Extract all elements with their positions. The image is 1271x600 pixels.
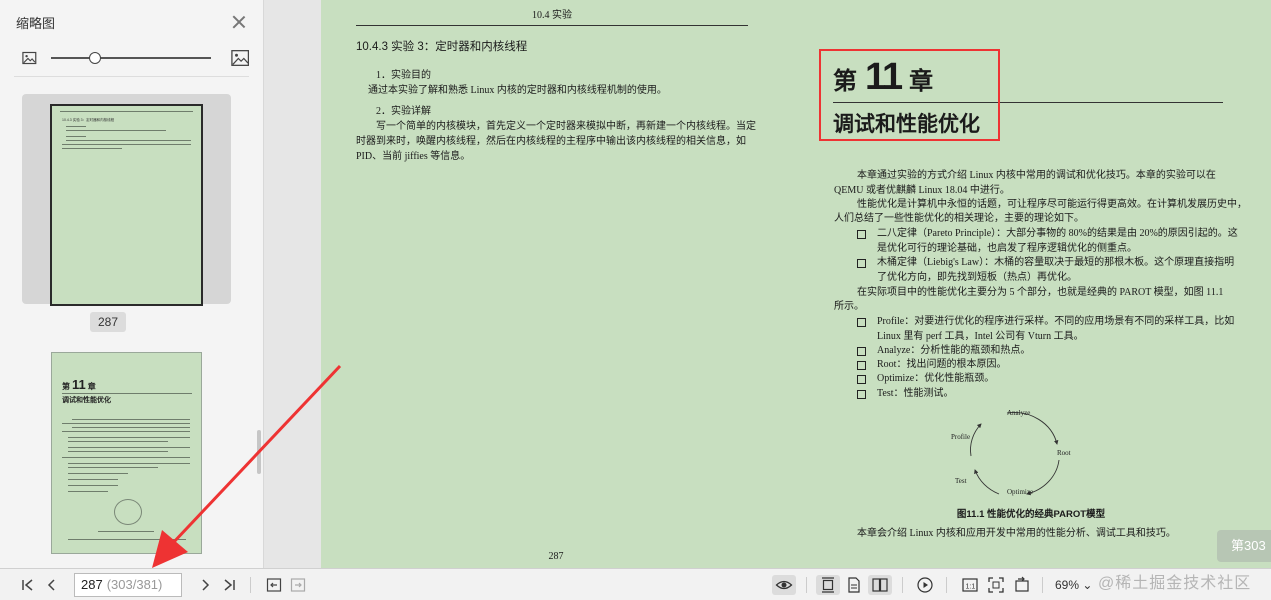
list-item: Analyze：分析性能的瓶颈和热点。 — [857, 344, 1030, 359]
toolbar-divider — [1042, 577, 1043, 593]
paragraph-line: 所示。 — [834, 301, 864, 312]
list-item: Profile：对要进行优化的程序进行采样。不同的应用场景有不同的采样工具，比如… — [857, 315, 1234, 344]
running-head: 10.4 实验 — [356, 6, 748, 26]
eye-protection-button[interactable] — [772, 575, 796, 595]
paragraph-line: 人们总结了一些性能优化的相关理论，主要的理论如下。 — [834, 213, 1084, 224]
sidebar-scrollbar[interactable] — [257, 430, 261, 474]
section-title: 10.4.3 实验 3：定时器和内核线程 — [356, 41, 528, 53]
back-icon — [266, 578, 282, 592]
list-item: Optimize：优化性能瓶颈。 — [857, 372, 994, 387]
paragraph-line: 本章会介绍 Linux 内核和应用开发中常用的性能分析、调试工具和技巧。 — [857, 528, 1176, 539]
large-image-icon[interactable] — [230, 49, 249, 67]
fit-page-icon — [988, 577, 1004, 593]
continuous-page-icon — [822, 577, 834, 593]
bottom-toolbar: 287 (303/381) 1:1 69% ⌄ — [0, 568, 1271, 600]
list-item: 二八定律（Pareto Principle）：大部分事物的 80%的结果是由 2… — [857, 227, 1238, 256]
figure-caption: 图11.1 性能优化的经典PAROT模型 — [956, 509, 1106, 520]
rotate-icon — [1015, 576, 1029, 592]
sidebar-divider — [14, 76, 249, 77]
page-number: 287 — [548, 551, 564, 562]
page-indicator-overlay: 第303 — [1217, 530, 1271, 562]
thumbnail-page-287[interactable]: 10.4.3 实验 3：定时器和内核线程 — [22, 94, 231, 304]
play-icon — [917, 577, 933, 593]
first-page-button[interactable] — [18, 575, 38, 595]
thumbnail-preview: 第 11 章 调试和性能优化 — [52, 353, 201, 553]
page-number-input[interactable]: 287 (303/381) — [74, 573, 182, 597]
paragraph-line: PID、当前 jiffies 等信息。 — [356, 151, 471, 162]
last-page-icon — [224, 579, 235, 591]
page-total: (303/381) — [106, 577, 163, 592]
thumbnail-zoom-slider[interactable] — [50, 51, 211, 65]
forward-button[interactable] — [288, 575, 308, 595]
small-image-icon[interactable] — [22, 51, 37, 65]
paragraph-line: 写一个简单的内核模块，首先定义一个定时器来模拟中断，再新建一个内核线程。当定 — [376, 121, 756, 132]
first-page-icon — [22, 579, 33, 591]
list-item: Root：找出问题的根本原因。 — [857, 358, 1006, 373]
continuous-view-button[interactable] — [816, 575, 840, 595]
svg-text:1:1: 1:1 — [966, 584, 976, 591]
thumbnail-page-label: 287 — [90, 312, 126, 332]
toolbar-divider — [902, 577, 903, 593]
play-button[interactable] — [915, 575, 935, 595]
slider-handle[interactable] — [89, 52, 102, 64]
previous-page-button[interactable] — [42, 575, 62, 595]
page-288: 第 11 章 调试和性能优化 本章通过实验的方式介绍 Linux 内核中常用的调… — [791, 0, 1271, 568]
item-heading: 2．实验详解 — [376, 106, 431, 117]
paragraph: 通过本实验了解和熟悉 Linux 内核的定时器和内核线程机制的使用。 — [368, 85, 667, 96]
thumbnail-zoom-control — [0, 44, 263, 72]
toolbar-divider — [250, 577, 251, 593]
thumbnail-heading: 10.4.3 实验 3：定时器和内核线程 — [62, 118, 115, 122]
thumbnail-preview: 10.4.3 实验 3：定时器和内核线程 — [52, 106, 201, 304]
paragraph-line: 时器到来时，唤醒内核线程，然后在内核线程的主程序中输出该内核线程的相关信息，如 — [356, 136, 746, 147]
diagram-label-root: Root — [1057, 449, 1071, 457]
watermark: @稀土掘金技术社区 — [1098, 575, 1252, 592]
double-page-icon — [872, 578, 888, 592]
sidebar-header: 缩略图 — [0, 0, 263, 44]
diagram-label-analyze: Analyze — [1007, 409, 1030, 417]
fit-page-button[interactable] — [986, 575, 1006, 595]
thumbnail-page-288[interactable]: 第 11 章 调试和性能优化 — [22, 344, 231, 568]
paragraph-line: 性能优化是计算机中永恒的话题，可让程序尽可能运行得更高效。在计算机发展历史中， — [857, 199, 1247, 210]
close-icon[interactable] — [231, 14, 247, 30]
forward-icon — [290, 578, 306, 592]
page-287: 10.4 实验 10.4.3 实验 3：定时器和内核线程 1．实验目的 通过本实… — [321, 0, 791, 568]
list-item: Test：性能测试。 — [857, 387, 954, 402]
chevron-left-icon — [47, 579, 55, 591]
parot-cycle-diagram: Analyze Profile Root Test Optimize — [951, 409, 1071, 496]
sidebar-title: 缩略图 — [16, 15, 56, 31]
diagram-label-optimize: Optimize — [1007, 488, 1033, 496]
double-page-button[interactable] — [868, 575, 892, 595]
diagram-label-profile: Profile — [951, 433, 970, 441]
thumbnail-chapter-title: 调试和性能优化 — [62, 397, 111, 404]
paragraph-line: 本章通过实验的方式介绍 Linux 内核中常用的调试和优化技巧。本章的实验可以在 — [857, 170, 1216, 181]
eye-icon — [775, 580, 793, 590]
current-page: 287 — [81, 577, 103, 592]
actual-size-icon: 1:1 — [962, 578, 978, 592]
document-viewport[interactable]: 10.4 实验 10.4.3 实验 3：定时器和内核线程 1．实验目的 通过本实… — [265, 0, 1271, 568]
item-heading: 1．实验目的 — [376, 70, 431, 81]
slider-track — [50, 57, 211, 59]
diagram-label-test: Test — [955, 477, 967, 485]
single-page-button[interactable] — [844, 575, 864, 595]
thumbnail-chapter-number: 第 11 章 — [62, 377, 96, 392]
next-page-button[interactable] — [195, 575, 215, 595]
paragraph-line: 在实际项目中的性能优化主要分为 5 个部分，也就是经典的 PAROT 模型，如图… — [857, 287, 1224, 298]
thumbnail-sidebar: 缩略图 10.4.3 实验 3：定时器和内核线程 287 第 11 章 调试和性… — [0, 0, 264, 568]
toolbar-divider — [806, 577, 807, 593]
zoom-select[interactable]: 69% ⌄ — [1055, 575, 1092, 595]
chevron-down-icon: ⌄ — [1082, 578, 1093, 592]
back-button[interactable] — [264, 575, 284, 595]
single-page-icon — [848, 577, 860, 593]
toolbar-divider — [946, 577, 947, 593]
last-page-button[interactable] — [219, 575, 239, 595]
rotate-button[interactable] — [1012, 575, 1032, 595]
highlight-box — [819, 49, 1000, 141]
actual-size-button[interactable]: 1:1 — [960, 575, 980, 595]
chevron-right-icon — [202, 579, 210, 591]
paragraph-line: QEMU 或者优麒麟 Linux 18.04 中进行。 — [834, 185, 1010, 196]
list-item: 木桶定律（Liebig's Law）：木桶的容量取决于最短的那根木板。这个原理直… — [857, 256, 1234, 285]
